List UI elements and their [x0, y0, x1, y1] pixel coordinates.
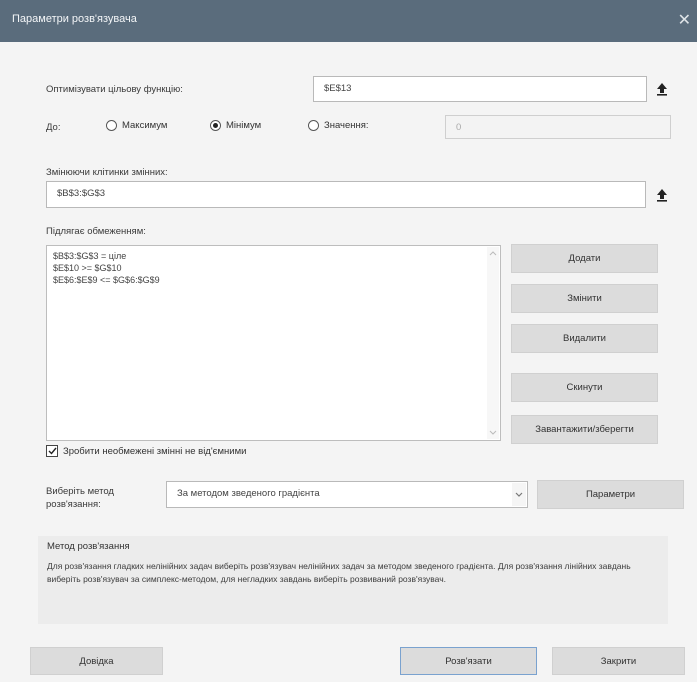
method-label-line2: розв'язання: — [46, 499, 101, 510]
method-label-line1: Виберіть метод — [46, 486, 114, 497]
change-button[interactable]: Змінити — [511, 284, 658, 313]
nonneg-label: Зробити необмежені змінні не від'ємними — [63, 445, 247, 457]
delete-button[interactable]: Видалити — [511, 324, 658, 353]
radio-maximum-indicator — [106, 120, 117, 131]
help-button[interactable]: Довідка — [30, 647, 163, 675]
constraints-list[interactable]: $B$3:$G$3 = ціле $E$10 >= $G$10 $E$6:$E$… — [46, 245, 501, 441]
method-select-value: За методом зведеного градієнта — [177, 488, 320, 499]
method-select[interactable]: За методом зведеного градієнта — [166, 481, 528, 508]
close-button[interactable]: Закрити — [552, 647, 685, 675]
radio-value-label: Значення: — [324, 120, 369, 131]
method-info-text: Для розв'язання гладких нелінійних задач… — [47, 561, 631, 584]
nonneg-checkbox[interactable]: Зробити необмежені змінні не від'ємними — [46, 445, 246, 457]
objective-collapse-icon[interactable] — [652, 79, 672, 99]
radio-value[interactable]: Значення: — [308, 120, 369, 131]
objective-label: Оптимізувати цільову функцію: — [46, 84, 183, 95]
radio-maximum[interactable]: Максимум — [106, 120, 167, 131]
checkbox-check-icon — [46, 445, 58, 457]
constraints-label: Підлягає обмеженням: — [46, 226, 146, 237]
radio-value-indicator — [308, 120, 319, 131]
to-label: До: — [46, 122, 61, 133]
radio-minimum-indicator — [210, 120, 221, 131]
solver-dialog: Оптимізувати цільову функцію: $E$13 До: … — [0, 42, 697, 682]
constraint-item[interactable]: $B$3:$G$3 = ціле — [47, 250, 500, 262]
chevron-down-icon[interactable] — [512, 483, 526, 506]
add-button[interactable]: Додати — [511, 244, 658, 273]
radio-minimum-label: Мінімум — [226, 120, 262, 131]
radio-maximum-label: Максимум — [122, 120, 168, 131]
value-input[interactable]: 0 — [445, 115, 671, 139]
title-bar: Параметри розв'язувача ✕ — [0, 0, 697, 42]
options-button[interactable]: Параметри — [537, 480, 684, 509]
radio-minimum[interactable]: Мінімум — [210, 120, 261, 131]
variables-label: Змінюючи клітинки змінних: — [46, 167, 168, 178]
window-title: Параметри розв'язувача — [12, 13, 137, 25]
constraints-scrollbar[interactable] — [487, 247, 499, 439]
variables-collapse-icon[interactable] — [652, 185, 672, 205]
constraint-item[interactable]: $E$10 >= $G$10 — [47, 262, 500, 274]
load-save-button[interactable]: Завантажити/зберегти — [511, 415, 658, 444]
method-info-title: Метод розв'язання — [47, 541, 130, 552]
reset-button[interactable]: Скинути — [511, 373, 658, 402]
close-icon[interactable]: ✕ — [678, 10, 691, 30]
variables-input[interactable]: $B$3:$G$3 — [46, 181, 646, 208]
constraint-item[interactable]: $E$6:$E$9 <= $G$6:$G$9 — [47, 274, 500, 286]
method-info-group: Метод розв'язання Для розв'язання гладки… — [38, 536, 668, 624]
objective-input[interactable]: $E$13 — [313, 76, 647, 102]
solve-button[interactable]: Розв'язати — [400, 647, 537, 675]
